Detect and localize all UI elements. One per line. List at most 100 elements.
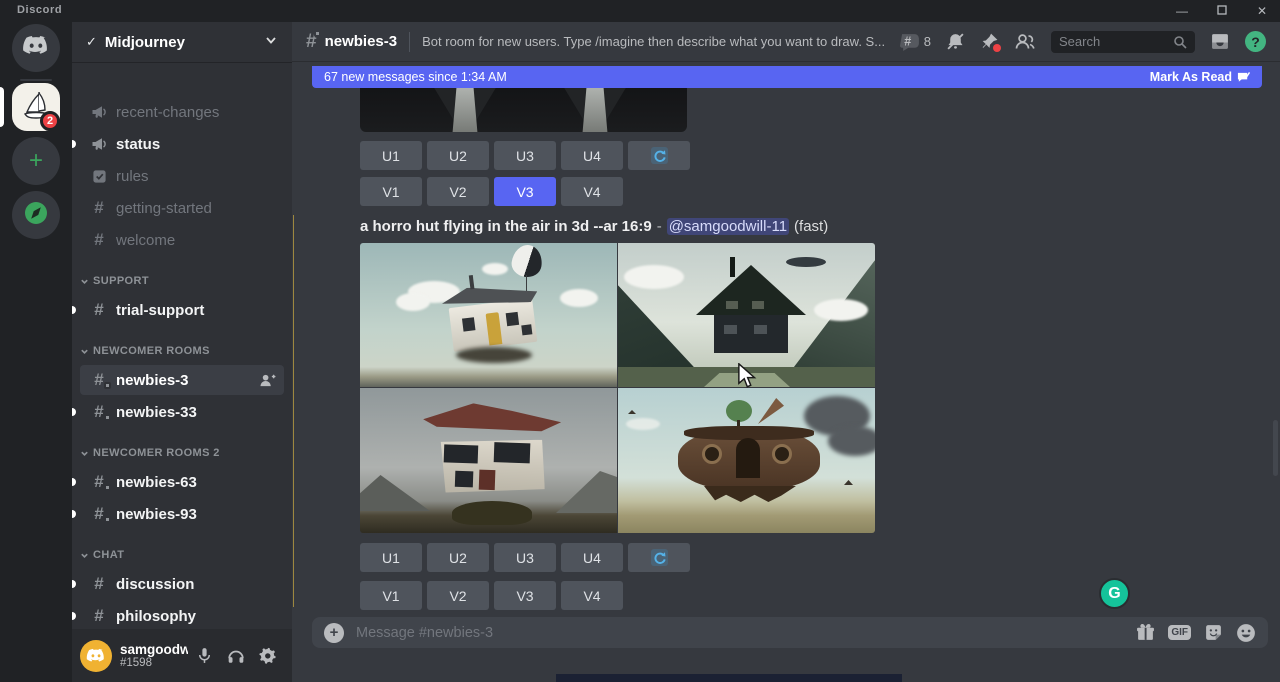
guild-header[interactable]: ✓ Midjourney — [72, 22, 292, 62]
sidebar-item-welcome[interactable]: #welcome — [80, 225, 284, 255]
airship — [786, 257, 826, 267]
variation-row-2: V1V2V3V4 — [360, 581, 623, 610]
search-input[interactable]: Search — [1051, 31, 1195, 53]
chevron-down-icon — [264, 33, 278, 52]
sidebar-item-trial-support[interactable]: #trial-support — [80, 295, 284, 325]
gift-button[interactable] — [1136, 623, 1155, 642]
category-newcomer-rooms[interactable]: NEWCOMER ROOMS — [80, 341, 210, 361]
mark-as-read-button[interactable]: Mark As Read — [1150, 70, 1250, 84]
mic-button[interactable] — [188, 640, 220, 672]
sidebar-item-discussion[interactable]: #discussion — [80, 569, 284, 599]
gif-button[interactable]: GIF — [1168, 625, 1191, 640]
message-composer[interactable]: + Message #newbies-3 GIF — [312, 617, 1268, 648]
image-quadrant-4[interactable] — [618, 388, 875, 533]
channel-sidebar: ✓ Midjourney recent-changesstatusrules#g… — [72, 22, 292, 682]
message-input[interactable]: Message #newbies-3 — [356, 625, 1136, 641]
sidebar-item-newbies-3[interactable]: #newbies-3 — [80, 365, 284, 395]
inbox-button[interactable] — [1210, 32, 1230, 51]
sidebar-item-status[interactable]: status — [80, 129, 284, 159]
v4-button[interactable]: V4 — [561, 177, 623, 206]
v2-button[interactable]: V2 — [427, 177, 489, 206]
v2-button[interactable]: V2 — [427, 581, 489, 610]
image-quadrant-1[interactable] — [360, 243, 617, 387]
flying-house — [440, 279, 543, 354]
mark-as-read-icon — [1237, 71, 1250, 84]
unread-pill — [72, 612, 76, 620]
close-button[interactable]: ✕ — [1252, 4, 1272, 18]
rerun-button[interactable] — [628, 543, 690, 572]
image-quadrant-3[interactable] — [360, 388, 617, 533]
window-title: Discord — [17, 4, 62, 16]
image-quadrant-2[interactable] — [618, 243, 875, 387]
attach-plus-button[interactable]: + — [324, 623, 344, 643]
sidebar-item-newbies-63[interactable]: #newbies-63 — [80, 467, 284, 497]
hash-icon: # — [88, 300, 110, 320]
v3-button[interactable]: V3 — [494, 177, 556, 206]
prompt-text: a horro hut flying in the air in 3d --ar… — [360, 218, 652, 235]
new-messages-banner[interactable]: 67 new messages since 1:34 AM Mark As Re… — [312, 66, 1262, 88]
chat-scrollbar[interactable] — [1273, 420, 1278, 476]
u4-button[interactable]: U4 — [561, 543, 623, 572]
member-list-button[interactable] — [1014, 32, 1036, 51]
user-avatar[interactable] — [80, 640, 112, 672]
user-info[interactable]: samgoodw... #1598 — [120, 642, 188, 669]
channel-topic[interactable]: Bot room for new users. Type /imagine th… — [422, 34, 900, 49]
maximize-button[interactable] — [1212, 4, 1232, 18]
hash-icon: # — [88, 198, 110, 218]
explore-servers-button[interactable] — [12, 191, 60, 239]
generated-image-grid[interactable] — [360, 243, 875, 533]
threads-button[interactable]: # 8 — [900, 32, 931, 51]
window-titlebar: Discord — ✕ — [0, 0, 1280, 22]
rules-icon — [88, 169, 110, 184]
compass-icon — [23, 200, 49, 231]
unread-pill — [72, 510, 76, 518]
u4-button[interactable]: U4 — [561, 141, 623, 170]
sidebar-item-newbies-33[interactable]: #newbies-33 — [80, 397, 284, 427]
add-server-button[interactable]: + — [12, 137, 60, 185]
help-button[interactable]: ? — [1245, 31, 1266, 52]
u2-button[interactable]: U2 — [427, 543, 489, 572]
previous-image-attachment[interactable] — [360, 85, 687, 132]
u3-button[interactable]: U3 — [494, 543, 556, 572]
chevron-down-icon — [80, 449, 89, 458]
chat-area: # newbies-3 Bot room for new users. Type… — [292, 22, 1280, 682]
channel-name: newbies-3 — [325, 33, 398, 50]
sidebar-item-rules[interactable]: rules — [80, 161, 284, 191]
settings-gear-button[interactable] — [252, 640, 284, 672]
u1-button[interactable]: U1 — [360, 543, 422, 572]
headphones-button[interactable] — [220, 640, 252, 672]
threads-count: 8 — [924, 34, 931, 49]
u1-button[interactable]: U1 — [360, 141, 422, 170]
rerun-button[interactable] — [628, 141, 690, 170]
home-button[interactable] — [12, 24, 60, 72]
sticker-button[interactable] — [1204, 623, 1223, 642]
sidebar-item-philosophy[interactable]: #philosophy — [80, 601, 284, 629]
sidebar-item-getting-started[interactable]: #getting-started — [80, 193, 284, 223]
user-mention[interactable]: @samgoodwill-11 — [667, 218, 789, 235]
channel-list: recent-changesstatusrules#getting-starte… — [72, 62, 292, 629]
u3-button[interactable]: U3 — [494, 141, 556, 170]
chevron-down-icon — [80, 347, 89, 356]
sidebar-item-recent-changes[interactable]: recent-changes — [80, 97, 284, 127]
emoji-button[interactable] — [1236, 623, 1256, 643]
category-newcomer-rooms-2[interactable]: NEWCOMER ROOMS 2 — [80, 443, 220, 463]
grammarly-badge[interactable]: G — [1099, 578, 1130, 609]
notifications-muted-button[interactable] — [946, 32, 965, 51]
balloon — [510, 243, 544, 279]
pinned-messages-button[interactable] — [980, 32, 999, 51]
pin-alert-dot — [993, 44, 1001, 52]
sidebar-item-newbies-93[interactable]: #newbies-93 — [80, 499, 284, 529]
v1-button[interactable]: V1 — [360, 177, 422, 206]
user-panel: samgoodw... #1598 — [72, 629, 292, 682]
v1-button[interactable]: V1 — [360, 581, 422, 610]
minimize-button[interactable]: — — [1172, 4, 1192, 18]
hash-badge-icon: # — [88, 504, 110, 524]
unread-pill — [72, 580, 76, 588]
create-invite-icon[interactable] — [259, 373, 276, 388]
category-chat[interactable]: CHAT — [80, 545, 124, 565]
v4-button[interactable]: V4 — [561, 581, 623, 610]
u2-button[interactable]: U2 — [427, 141, 489, 170]
discord-logo-icon — [22, 35, 50, 62]
category-support[interactable]: SUPPORT — [80, 271, 149, 291]
v3-button[interactable]: V3 — [494, 581, 556, 610]
